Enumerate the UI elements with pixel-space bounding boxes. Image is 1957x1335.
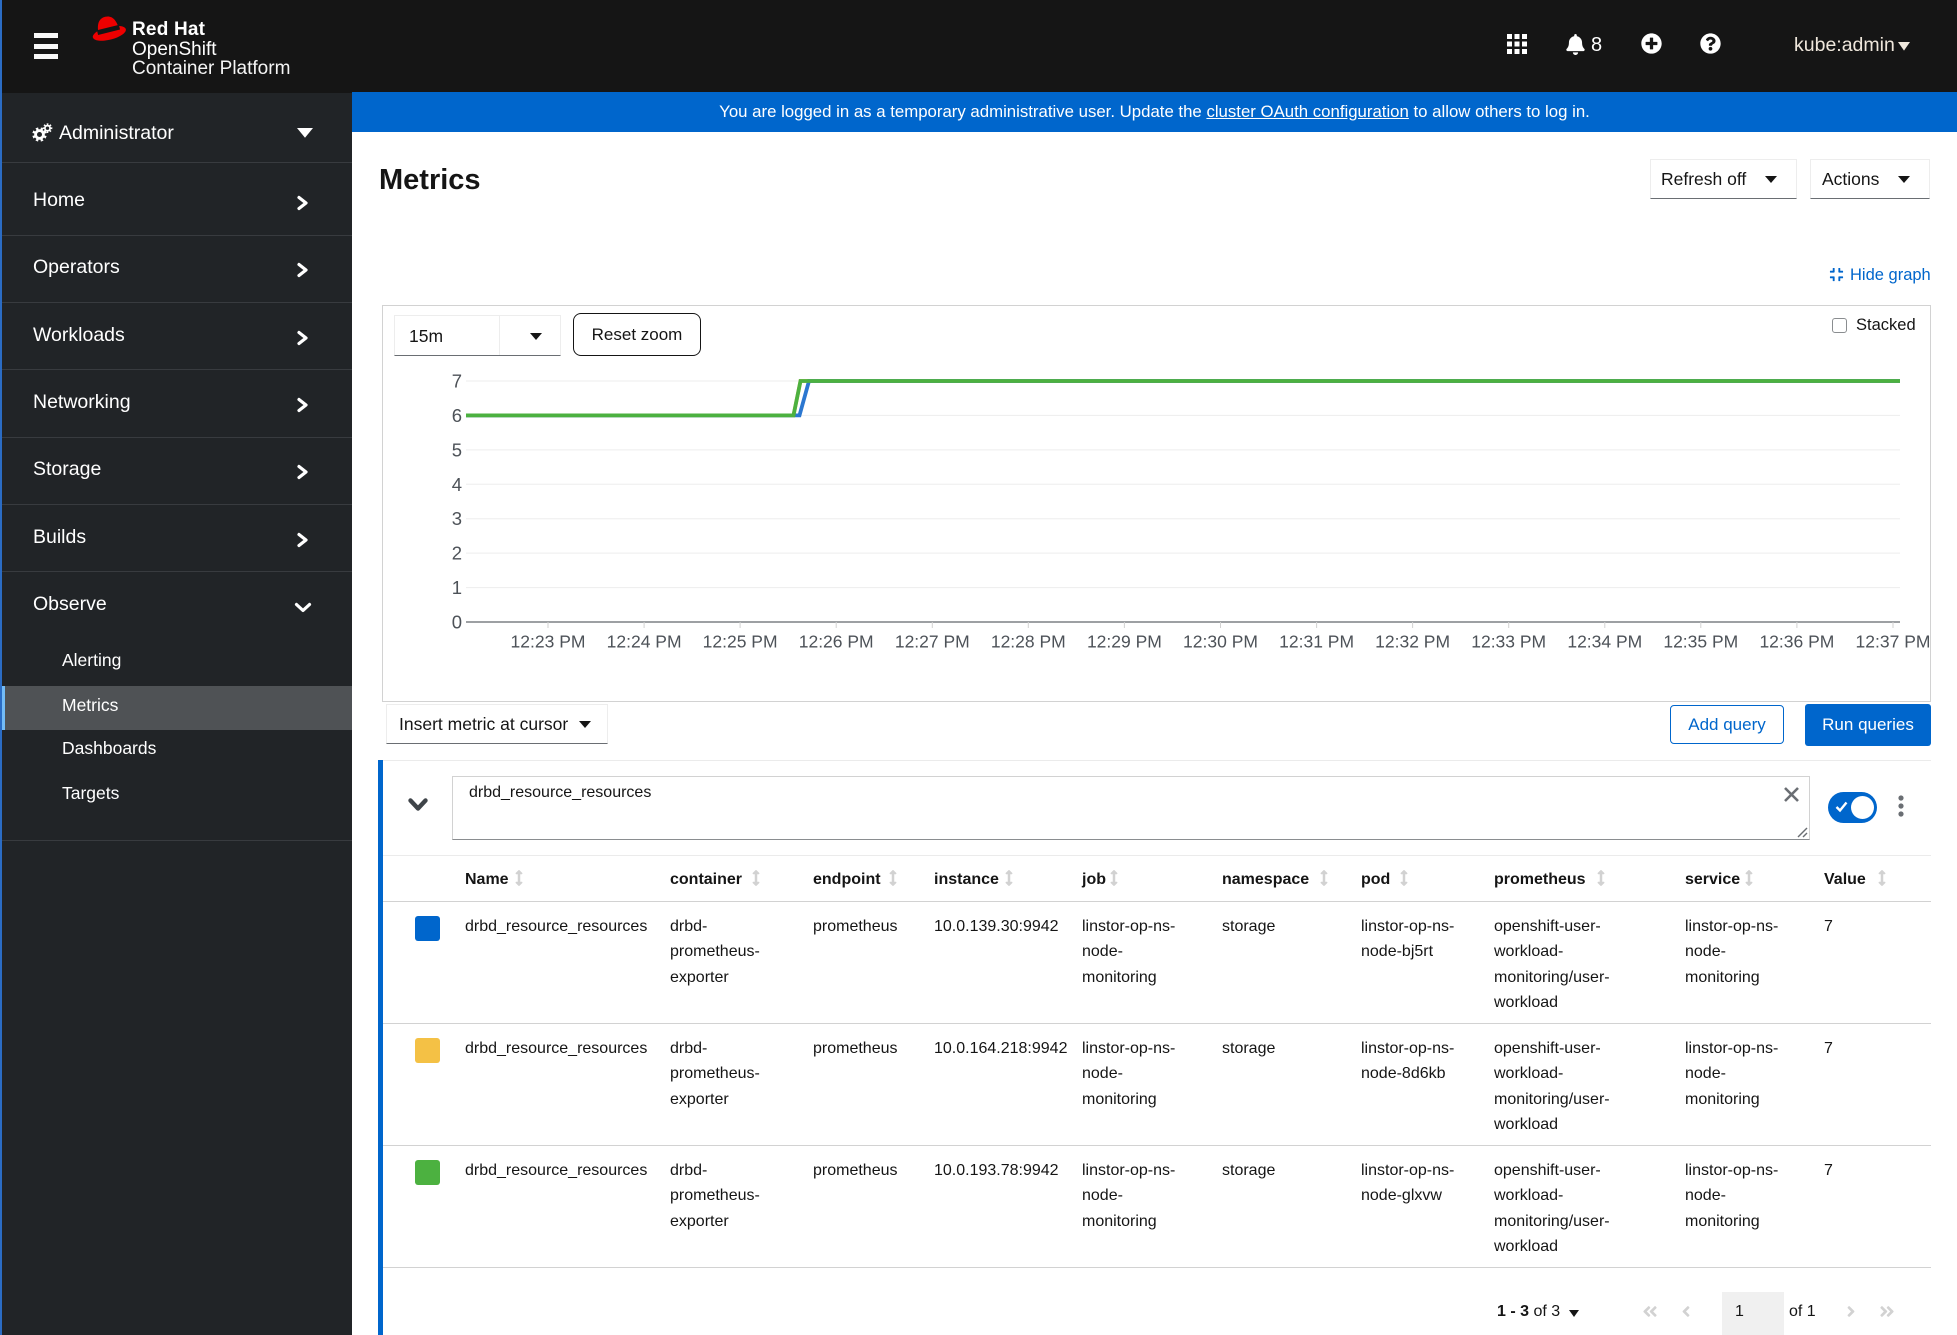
svg-text:12:24 PM: 12:24 PM <box>607 632 682 652</box>
svg-text:12:32 PM: 12:32 PM <box>1375 632 1450 652</box>
svg-text:12:30 PM: 12:30 PM <box>1183 632 1258 652</box>
svg-text:4: 4 <box>452 474 462 495</box>
svg-text:12:34 PM: 12:34 PM <box>1567 632 1642 652</box>
svg-text:12:35 PM: 12:35 PM <box>1663 632 1738 652</box>
svg-text:6: 6 <box>452 405 462 426</box>
svg-text:12:26 PM: 12:26 PM <box>799 632 874 652</box>
svg-text:12:31 PM: 12:31 PM <box>1279 632 1354 652</box>
svg-text:7: 7 <box>452 371 462 392</box>
svg-text:12:25 PM: 12:25 PM <box>703 632 778 652</box>
svg-text:12:37 PM: 12:37 PM <box>1856 632 1930 652</box>
svg-text:12:36 PM: 12:36 PM <box>1759 632 1834 652</box>
svg-text:12:33 PM: 12:33 PM <box>1471 632 1546 652</box>
svg-text:12:27 PM: 12:27 PM <box>895 632 970 652</box>
svg-text:0: 0 <box>452 612 462 633</box>
svg-text:12:29 PM: 12:29 PM <box>1087 632 1162 652</box>
svg-text:2: 2 <box>452 543 462 564</box>
svg-text:12:28 PM: 12:28 PM <box>991 632 1066 652</box>
svg-text:5: 5 <box>452 439 462 460</box>
svg-text:3: 3 <box>452 508 462 529</box>
svg-text:1: 1 <box>452 577 462 598</box>
svg-text:12:23 PM: 12:23 PM <box>511 632 586 652</box>
